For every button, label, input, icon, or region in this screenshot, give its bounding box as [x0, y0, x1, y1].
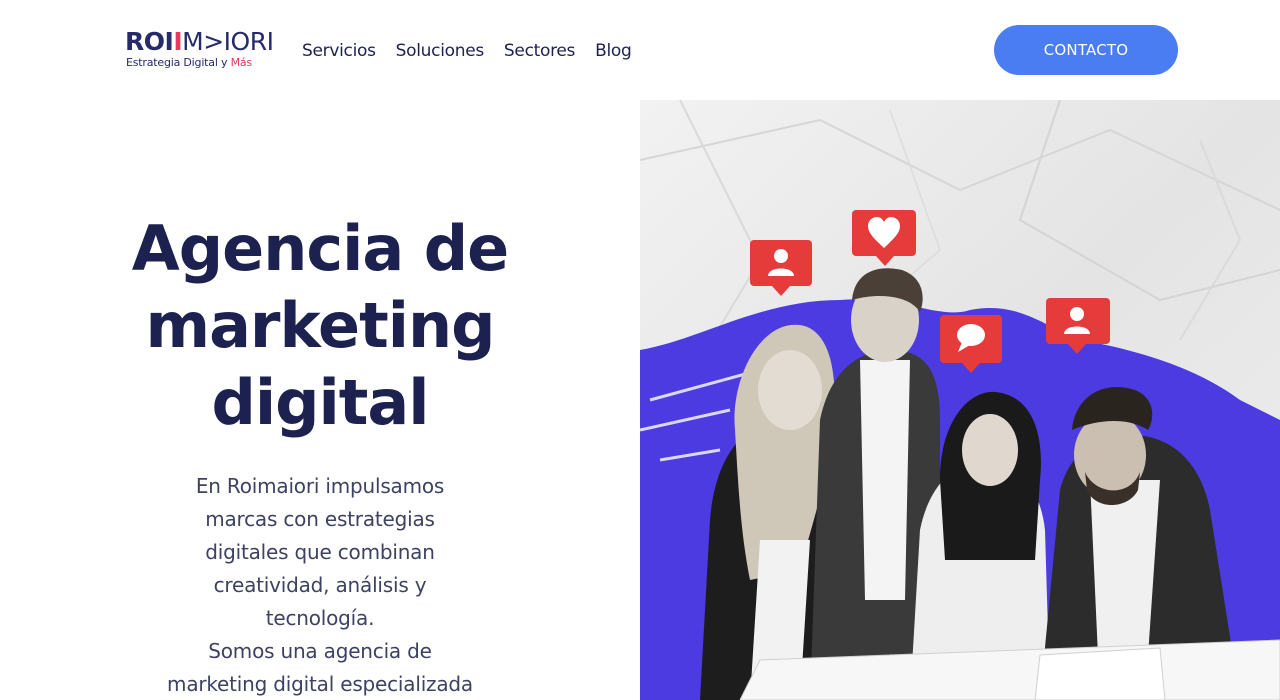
- nav-item-sectores[interactable]: Sectores: [504, 38, 576, 64]
- team-collage-illustration: [640, 100, 1280, 700]
- hero-description-line: marcas con estrategias: [205, 507, 435, 531]
- hero-heading-block: Agencia de marketing digital: [80, 210, 560, 441]
- hero-description-line: tecnología.: [265, 606, 375, 630]
- hero-title-line: digital: [211, 366, 430, 439]
- logo-roi: ROI: [125, 27, 174, 56]
- logo[interactable]: ROIIM>IORI Estrategia Digital y Más: [125, 28, 275, 72]
- logo-rest: M>IORI: [182, 27, 274, 56]
- hero-description-line: marketing digital especializada: [167, 672, 473, 696]
- hero-title-line: marketing: [145, 289, 495, 362]
- hero-image: [640, 100, 1280, 700]
- logo-tagline-accent: Más: [230, 56, 253, 69]
- logo-wordmark: ROIIM>IORI: [125, 27, 274, 56]
- hero-description-line: Somos una agencia de: [208, 639, 432, 663]
- hero-description-line: creatividad, análisis y: [213, 573, 427, 597]
- hero-description-line: digitales que combinan: [205, 540, 435, 564]
- hero-description: En Roimaiori impulsamos marcas con estra…: [140, 470, 500, 700]
- nav-item-blog[interactable]: Blog: [595, 38, 632, 64]
- main-nav: Servicios Soluciones Sectores Blog: [302, 38, 632, 64]
- nav-item-servicios[interactable]: Servicios: [302, 38, 376, 64]
- nav-item-soluciones[interactable]: Soluciones: [396, 38, 485, 64]
- logo-tagline: Estrategia Digital y Más: [126, 56, 252, 69]
- logo-tagline-text: Estrategia Digital y: [126, 56, 228, 69]
- hero-title: Agencia de marketing digital: [80, 210, 560, 441]
- contact-button[interactable]: CONTACTO: [994, 25, 1178, 75]
- site-header: ROIIM>IORI Estrategia Digital y Más Serv…: [0, 0, 1280, 100]
- hero-title-line: Agencia de: [131, 212, 509, 285]
- hero-description-line: En Roimaiori impulsamos: [195, 474, 445, 498]
- logo-i: I: [173, 27, 183, 56]
